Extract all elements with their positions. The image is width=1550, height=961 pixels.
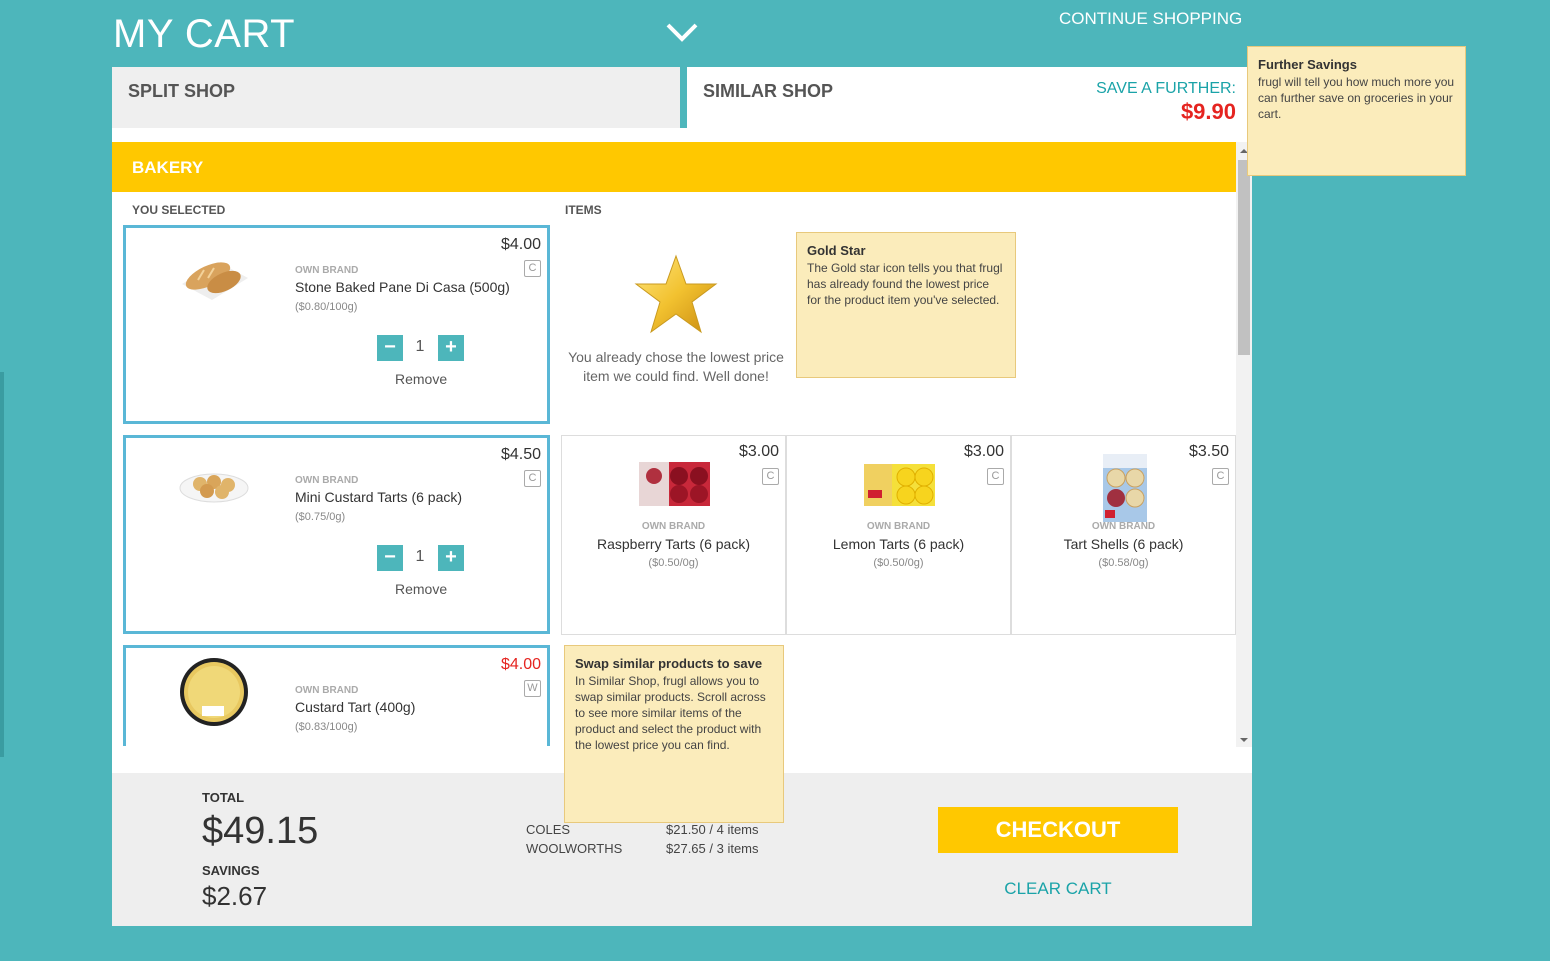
clear-cart-link[interactable]: CLEAR CART (938, 879, 1178, 899)
store-name-coles: COLES (526, 822, 571, 837)
tooltip-text: The Gold star icon tells you that frugl … (807, 261, 1003, 307)
item-price: $3.50 (1188, 443, 1229, 460)
alternative-item-card[interactable]: $3.50 C OWN BRAND Tart Shells (6 pack) (… (1011, 435, 1236, 635)
column-header-you-selected: YOU SELECTED (132, 203, 226, 217)
tooltip-title: Swap similar products to save (575, 656, 763, 671)
total-value: $49.15 (202, 810, 319, 852)
store-badge: C (987, 468, 1004, 485)
item-name: Mini Custard Tarts (6 pack) (295, 489, 463, 505)
product-image-tart-shells (1087, 452, 1162, 522)
store-badge: C (524, 470, 541, 487)
item-price: $4.50 (500, 446, 541, 463)
item-unit-price: ($0.75/0g) (295, 511, 346, 523)
vertical-scrollbar[interactable] (1236, 142, 1252, 747)
selected-item-card[interactable]: $4.50 C OWN BRAND Mini Custard Tarts (6 … (123, 435, 550, 634)
save-further-label: SAVE A FURTHER: (1096, 80, 1236, 97)
tooltip-title: Further Savings (1258, 57, 1357, 72)
savings-value: $2.67 (202, 881, 268, 911)
tooltip-gold-star: Gold Star The Gold star icon tells you t… (796, 232, 1016, 378)
item-price: $4.00 (500, 656, 541, 673)
checkout-button[interactable]: CHECKOUT (938, 807, 1178, 853)
store-badge: W (524, 680, 541, 697)
tooltip-swap-similar: Swap similar products to save In Similar… (564, 645, 784, 823)
minus-icon[interactable]: − (377, 335, 403, 361)
store-total-coles: $21.50 / 4 items (666, 822, 759, 837)
quantity-value: 1 (415, 548, 425, 565)
item-unit-price: ($0.50/0g) (873, 557, 924, 569)
remove-link[interactable]: Remove (395, 371, 447, 387)
product-image-bread (178, 242, 250, 302)
item-price: $3.00 (963, 443, 1004, 460)
category-header: BAKERY (112, 142, 1236, 192)
item-brand: OWN BRAND (295, 685, 359, 696)
store-badge: C (762, 468, 779, 485)
selected-item-card[interactable]: $4.00 C OWN BRAND Stone Baked Pane Di Ca… (123, 225, 550, 424)
page-title: MY CART (113, 12, 296, 56)
store-name-woolworths: WOOLWORTHS (526, 841, 623, 856)
item-unit-price: ($0.50/0g) (648, 557, 699, 569)
save-further-amount: $9.90 (1180, 99, 1236, 124)
remove-link[interactable]: Remove (395, 581, 447, 597)
item-brand: OWN BRAND (1091, 521, 1156, 532)
plus-icon[interactable]: + (438, 335, 464, 361)
item-brand: OWN BRAND (295, 265, 359, 276)
scroll-thumb[interactable] (1238, 160, 1250, 355)
tab-similar-shop[interactable]: SIMILAR SHOP SAVE A FURTHER: $9.90 (684, 67, 1252, 128)
tooltip-text: frugl will tell you how much more you ca… (1258, 75, 1455, 121)
tooltip-title: Gold Star (807, 243, 866, 258)
savings-label: SAVINGS (202, 863, 260, 878)
chevron-down-icon[interactable] (664, 20, 700, 46)
item-brand: OWN BRAND (641, 521, 706, 532)
alternative-item-card[interactable]: $3.00 C OWN BRAND Raspberry Tarts (6 pac… (561, 435, 786, 635)
product-image-custard-tart (178, 656, 250, 726)
continue-shopping-link[interactable]: CONTINUE SHOPPING (1059, 9, 1242, 29)
item-brand: OWN BRAND (866, 521, 931, 532)
item-brand: OWN BRAND (295, 475, 359, 486)
alternative-item-card[interactable]: $3.00 C OWN BRAND Lemon Tarts (6 pack) (… (786, 435, 1011, 635)
store-total-woolworths: $27.65 / 3 items (666, 841, 759, 856)
item-price: $3.00 (738, 443, 779, 460)
store-badge: C (1212, 468, 1229, 485)
tab-split-shop[interactable]: SPLIT SHOP (112, 67, 680, 128)
left-edge-strip (0, 372, 4, 757)
gold-star-icon (634, 254, 718, 334)
product-image-custard-tarts (178, 452, 250, 512)
item-unit-price: ($0.80/100g) (295, 301, 358, 313)
scroll-down-icon[interactable] (1240, 738, 1248, 742)
gold-star-message: You already chose the lowest price item … (568, 349, 784, 384)
tooltip-further-savings: Further Savings frugl will tell you how … (1247, 46, 1466, 176)
product-image-raspberry-tarts (637, 452, 712, 512)
item-name: Raspberry Tarts (6 pack) (596, 536, 750, 552)
item-name: Tart Shells (6 pack) (1063, 536, 1184, 552)
item-unit-price: ($0.58/0g) (1098, 557, 1149, 569)
item-unit-price: ($0.83/100g) (295, 721, 358, 733)
item-name: Stone Baked Pane Di Casa (500g) (295, 279, 510, 295)
gold-star-panel: You already chose the lowest price item … (560, 228, 792, 418)
selected-item-card[interactable]: $4.00 W OWN BRAND Custard Tart (400g) ($… (123, 645, 550, 746)
item-price: $4.00 (500, 236, 541, 253)
item-name: Lemon Tarts (6 pack) (832, 536, 965, 552)
tab-similar-label: SIMILAR SHOP (703, 81, 834, 101)
plus-icon[interactable]: + (438, 545, 464, 571)
store-badge: C (524, 260, 541, 277)
total-label: TOTAL (202, 790, 245, 805)
column-header-items: ITEMS (565, 203, 602, 217)
tooltip-text: In Similar Shop, frugl allows you to swa… (575, 674, 766, 752)
quantity-value: 1 (415, 338, 425, 355)
item-name: Custard Tart (400g) (295, 699, 416, 715)
minus-icon[interactable]: − (377, 545, 403, 571)
product-image-lemon-tarts (862, 452, 937, 512)
